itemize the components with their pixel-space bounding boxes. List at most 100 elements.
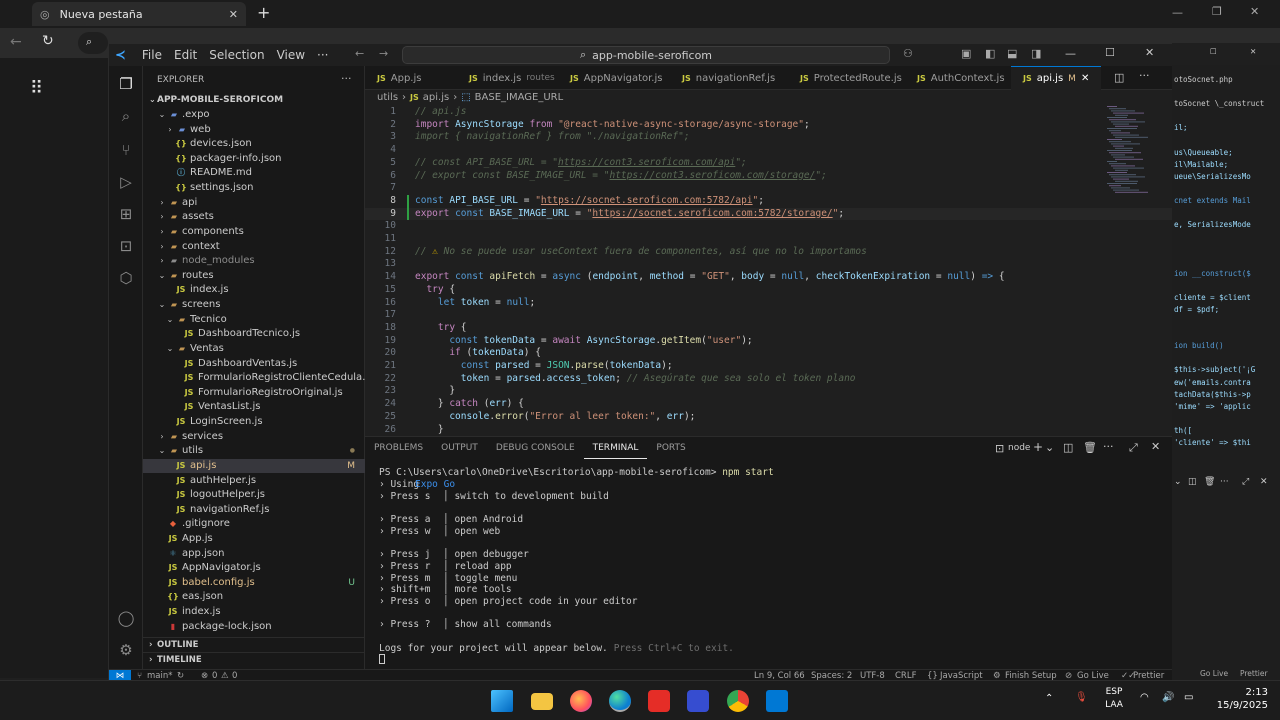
code-line[interactable]: 16 let token = null; — [365, 297, 1173, 310]
windows-start-icon[interactable] — [491, 690, 513, 712]
tree-file[interactable]: JS authHelper.js — [143, 474, 365, 489]
code-line[interactable]: 9 export const BASE_IMAGE_URL = "https://… — [365, 207, 1173, 221]
source-control-icon[interactable]: ⑂ — [116, 140, 136, 160]
firefox-icon[interactable] — [570, 690, 592, 712]
editor-tab[interactable]: JS index.js routes — [457, 66, 558, 90]
tree-file[interactable]: JS logoutHelper.js — [143, 488, 365, 503]
back-icon[interactable]: ← — [10, 34, 22, 50]
editor-tab[interactable]: JS AuthContext.js — [905, 66, 1011, 90]
editor-tab[interactable]: JS AppNavigator.js — [558, 66, 670, 90]
minimize-icon[interactable]: — — [1172, 6, 1183, 19]
toggle-secondary-icon[interactable]: ◨ — [1031, 47, 1041, 60]
maximize-icon[interactable]: ☐ — [1210, 47, 1217, 56]
tree-file[interactable]: ▮ package-lock.json — [143, 620, 365, 635]
tree-file[interactable]: {} eas.json — [143, 590, 365, 605]
close-panel-icon[interactable]: ✕ — [1151, 440, 1160, 453]
battery-icon[interactable]: ▭ — [1184, 692, 1193, 703]
maximize-panel-icon[interactable]: ⤢ — [1242, 477, 1249, 487]
code-line[interactable]: 19 const tokenData = await AsyncStorage.… — [365, 335, 1173, 348]
tree-folder[interactable]: ⌄ ▰ screens — [143, 298, 365, 313]
restore-icon[interactable]: ❐ — [1212, 5, 1222, 18]
close-icon[interactable]: ✕ — [1250, 5, 1259, 18]
address-bar[interactable] — [78, 32, 108, 54]
tree-file[interactable]: JS VentasList.js — [143, 400, 365, 415]
copilot-icon[interactable]: ⚇ — [903, 47, 913, 60]
tree-file[interactable]: JS api.js M — [143, 458, 365, 474]
root-folder[interactable]: ⌄ APP-MOBILE-SEROFICOM — [143, 93, 365, 107]
editor-tab[interactable]: JS App.js — [365, 66, 457, 90]
breadcrumb-folder[interactable]: utils — [377, 92, 398, 103]
tree-folder[interactable]: ⌄ ▰ routes — [143, 269, 365, 284]
code-line[interactable]: 12 // ⚠ No se puede usar useContext fuera… — [365, 246, 1173, 259]
breadcrumb-symbol[interactable]: BASE_IMAGE_URL — [475, 92, 564, 103]
toggle-panel-icon[interactable]: ⬓ — [1007, 47, 1017, 60]
tree-folder[interactable]: › ▰ web — [143, 123, 365, 138]
volume-icon[interactable]: 🔊 — [1162, 692, 1174, 703]
remote-desktop-icon[interactable] — [687, 690, 709, 712]
code-line[interactable]: 25 console.error("Error al leer token:",… — [365, 411, 1173, 424]
tree-folder[interactable]: ⌄ ▰ utils ● — [143, 444, 365, 459]
code-line[interactable]: 22 token = parsed.access_token; // Asegú… — [365, 373, 1173, 386]
panel-tab-debug-console[interactable]: DEBUG CONSOLE — [487, 437, 584, 459]
tree-folder[interactable]: ⌄ ▰ Tecnico — [143, 313, 365, 328]
menu-edit[interactable]: Edit — [168, 48, 203, 62]
panel-tab-ports[interactable]: PORTS — [647, 437, 694, 459]
tree-file[interactable]: ◆ .gitignore — [143, 517, 365, 532]
panel-tab-problems[interactable]: PROBLEMS — [365, 437, 432, 459]
close-icon[interactable]: ✕ — [1250, 47, 1256, 56]
code-line[interactable]: 26 } — [365, 424, 1173, 437]
tree-file[interactable]: JS FormularioRegistroOriginal.js — [143, 386, 365, 401]
tree-file[interactable]: JS babel.config.js U — [143, 576, 365, 591]
code-line[interactable]: 10 — [365, 220, 1173, 233]
code-line[interactable]: 11 — [365, 233, 1173, 246]
run-debug-icon[interactable]: ▷ — [116, 172, 136, 192]
maximize-icon[interactable]: ☐ — [1105, 46, 1115, 59]
microphone-icon[interactable]: 🎙 — [1075, 692, 1088, 703]
docker-icon[interactable]: ⬡ — [116, 268, 136, 288]
code-line[interactable]: 4 — [365, 144, 1173, 157]
code-line[interactable]: 3 import { navigationRef } from "./naviga… — [365, 131, 1173, 144]
code-line[interactable]: 8 const API_BASE_URL = "https://socnet.se… — [365, 194, 1173, 208]
tree-file[interactable]: JS LoginScreen.js — [143, 415, 365, 430]
tree-file[interactable]: JS App.js — [143, 532, 365, 547]
chevron-down-icon[interactable]: ⌄ — [1174, 477, 1182, 487]
explorer-icon[interactable]: ❐ — [116, 74, 136, 94]
trash-icon[interactable]: 🗑 — [1204, 477, 1215, 487]
chevron-down-icon[interactable]: ⌄ — [1045, 441, 1054, 454]
code-line[interactable]: 20 if (tokenData) { — [365, 347, 1173, 360]
close-panel-icon[interactable]: ✕ — [1260, 477, 1268, 487]
code-line[interactable]: 6 // export const BASE_IMAGE_URL = "https… — [365, 170, 1173, 183]
timeline-section[interactable]: › TIMELINE — [143, 652, 365, 666]
code-line[interactable]: 18 try { — [365, 322, 1173, 335]
region-indicator[interactable]: LAA — [1100, 700, 1128, 710]
code-line[interactable]: 15 try { — [365, 284, 1173, 297]
clock-date[interactable]: 15/9/2025 — [1208, 700, 1268, 711]
chrome-icon[interactable] — [727, 690, 749, 712]
chevron-up-icon[interactable]: ⌃ — [1045, 693, 1053, 704]
wifi-icon[interactable]: ◠ — [1140, 692, 1149, 703]
tree-file[interactable]: JS index.js — [143, 605, 365, 620]
tree-file[interactable]: JS navigationRef.js — [143, 503, 365, 518]
tree-file[interactable]: {} packager-info.json — [143, 152, 365, 167]
vscode-taskbar-icon[interactable] — [766, 690, 788, 712]
split-terminal-icon[interactable]: ◫ — [1063, 441, 1073, 454]
code-line[interactable]: 13 — [365, 258, 1173, 271]
terminal[interactable]: PS C:\Users\carlo\OneDrive\Escritorio\ap… — [379, 467, 1159, 667]
tree-file[interactable]: {} devices.json — [143, 137, 365, 152]
tree-folder[interactable]: › ▰ api — [143, 196, 365, 211]
close-icon[interactable]: ✕ — [1145, 46, 1154, 59]
tree-folder[interactable]: › ▰ assets — [143, 210, 365, 225]
search-icon[interactable]: ⌕ — [116, 106, 136, 126]
account-icon[interactable]: ◯ — [116, 608, 136, 628]
breadcrumb-file[interactable]: api.js — [423, 92, 449, 103]
maximize-panel-icon[interactable]: ⤢ — [1129, 441, 1138, 455]
anydesk-icon[interactable] — [648, 690, 670, 712]
tree-file[interactable]: ⚛ app.json — [143, 547, 365, 562]
code-line[interactable]: 21 const parsed = JSON.parse(tokenData); — [365, 360, 1173, 373]
tree-folder[interactable]: ⌄ ▰ Ventas — [143, 342, 365, 357]
remote-explorer-icon[interactable]: ⊡ — [116, 236, 136, 256]
minimize-icon[interactable]: — — [1065, 47, 1076, 60]
tree-file[interactable]: JS index.js — [143, 283, 365, 298]
language-indicator[interactable]: ESP — [1100, 687, 1128, 697]
split-editor-icon[interactable]: ◫ — [1114, 71, 1124, 84]
